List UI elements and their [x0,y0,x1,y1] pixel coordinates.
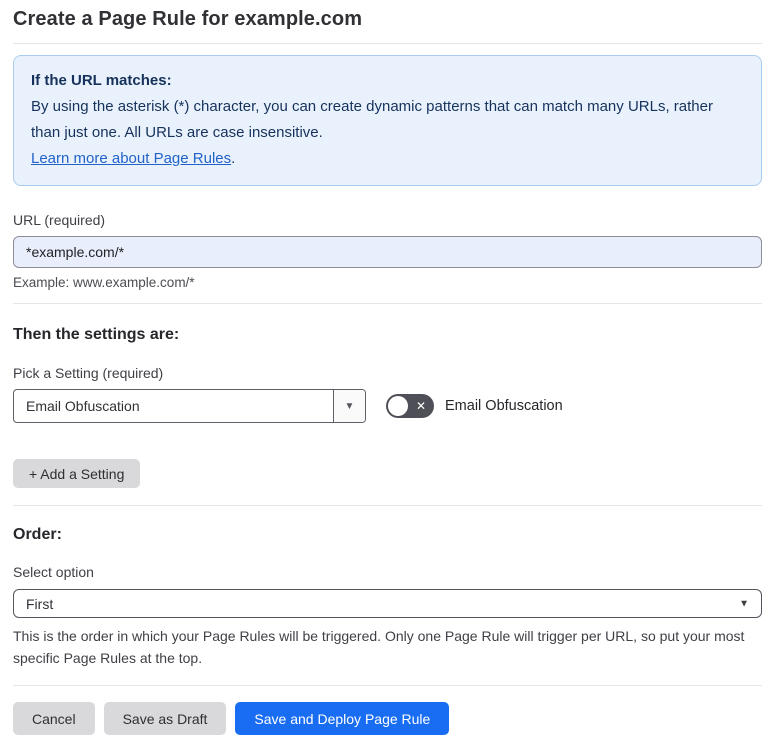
page-title: Create a Page Rule for example.com [13,8,363,30]
dropdown-arrow-button[interactable]: ▼ [333,390,365,422]
save-and-deploy-button[interactable]: Save and Deploy Page Rule [235,702,450,735]
toggle-knob [388,396,408,416]
setting-dropdown-value: Email Obfuscation [26,398,140,414]
url-label: URL (required) [13,212,106,228]
order-section-heading: Order: [13,526,62,543]
order-select-value: First [26,595,54,612]
link-period: . [231,150,236,167]
chevron-down-icon: ▼ [739,598,749,609]
url-input[interactable] [13,236,762,268]
order-select[interactable]: First ▼ [13,589,762,618]
cancel-button[interactable]: Cancel [13,702,95,735]
info-box-body: By using the asterisk (*) character, you… [31,94,744,146]
url-matches-info-box: If the URL matches: By using the asteris… [13,55,762,186]
order-help-text: This is the order in which your Page Rul… [13,628,745,666]
info-box-link-line: Learn more about Page Rules. [31,146,744,172]
divider [13,43,762,44]
toggle-label: Email Obfuscation [445,398,563,414]
url-example-text: Example: www.example.com/* [13,275,195,290]
add-setting-button[interactable]: + Add a Setting [13,459,141,488]
info-box-body-text: By using the asterisk (*) character, you… [31,98,713,141]
footer-button-row: Cancel Save as Draft Save and Deploy Pag… [13,702,762,735]
info-box-heading: If the URL matches: [31,72,172,89]
divider [13,505,762,506]
pick-setting-label: Pick a Setting (required) [13,365,164,381]
setting-dropdown[interactable]: Email Obfuscation ▼ [13,389,366,423]
settings-section-heading: Then the settings are: [13,326,180,343]
toggle-off-icon: ✕ [415,399,426,413]
divider [13,303,762,304]
divider [13,685,762,686]
email-obfuscation-toggle[interactable]: ✕ [386,394,434,418]
order-select-label: Select option [13,564,94,580]
learn-more-link[interactable]: Learn more about Page Rules [31,150,231,167]
setting-row: Email Obfuscation ▼ ✕ Email Obfuscation [13,389,762,423]
chevron-down-icon: ▼ [344,400,355,412]
save-as-draft-button[interactable]: Save as Draft [103,702,227,735]
